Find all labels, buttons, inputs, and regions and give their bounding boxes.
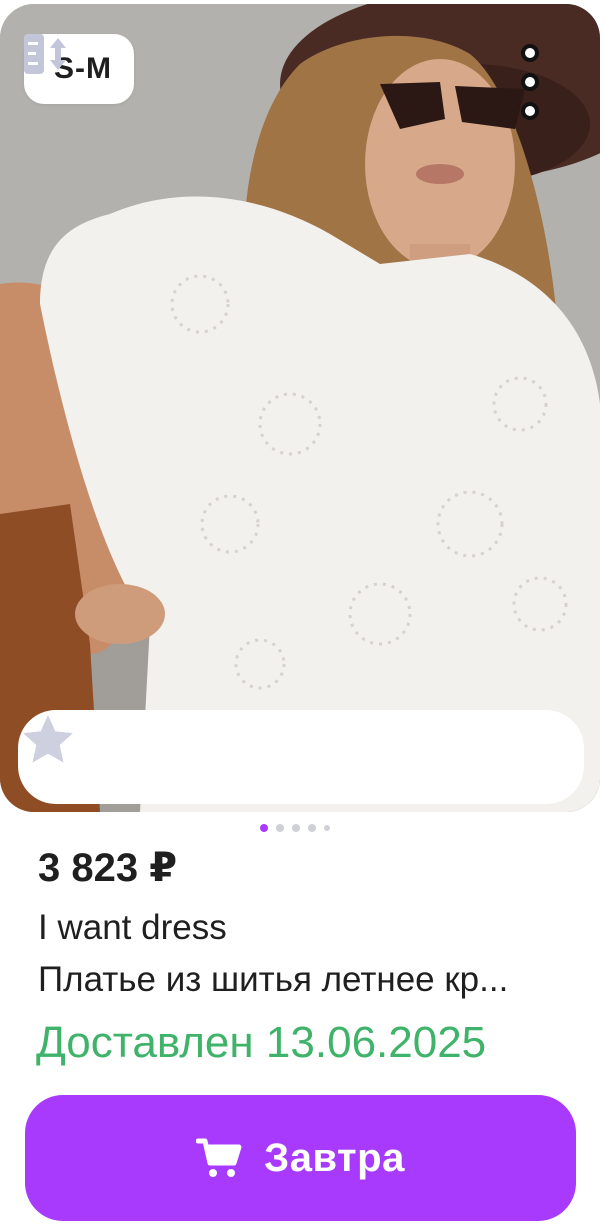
gallery-dot — [308, 824, 316, 832]
gallery-dot — [324, 825, 330, 831]
more-vertical-icon — [521, 44, 539, 62]
product-brand: I want dress — [38, 908, 227, 947]
star-icon[interactable] — [23, 715, 435, 787]
add-to-cart-button[interactable]: Завтра — [25, 1095, 576, 1221]
add-to-cart-label: Завтра — [264, 1135, 405, 1180]
size-badge[interactable]: S-M — [24, 34, 134, 104]
star-icon[interactable] — [23, 715, 227, 787]
rating-bar — [18, 710, 584, 804]
gallery-dot — [276, 824, 284, 832]
product-image — [0, 4, 600, 812]
more-dot — [521, 102, 539, 120]
cart-icon — [196, 1137, 242, 1179]
product-price: 3 823 ₽ — [38, 846, 178, 890]
product-card[interactable]: S-M 3 823 ₽ I want dress Платье из шитья… — [0, 0, 607, 1227]
gallery-dot-active — [260, 824, 268, 832]
product-title[interactable]: Платье из шитья летнее кр... — [38, 960, 568, 1000]
star-icon[interactable] — [23, 715, 331, 787]
more-options-button[interactable] — [510, 44, 550, 120]
star-icon[interactable] — [23, 715, 540, 787]
gallery-pagination — [260, 824, 330, 832]
delivery-status: Доставлен 13.06.2025 — [36, 1018, 487, 1067]
product-photo[interactable]: S-M — [0, 4, 600, 812]
gallery-dot — [292, 824, 300, 832]
more-dot — [521, 73, 539, 91]
